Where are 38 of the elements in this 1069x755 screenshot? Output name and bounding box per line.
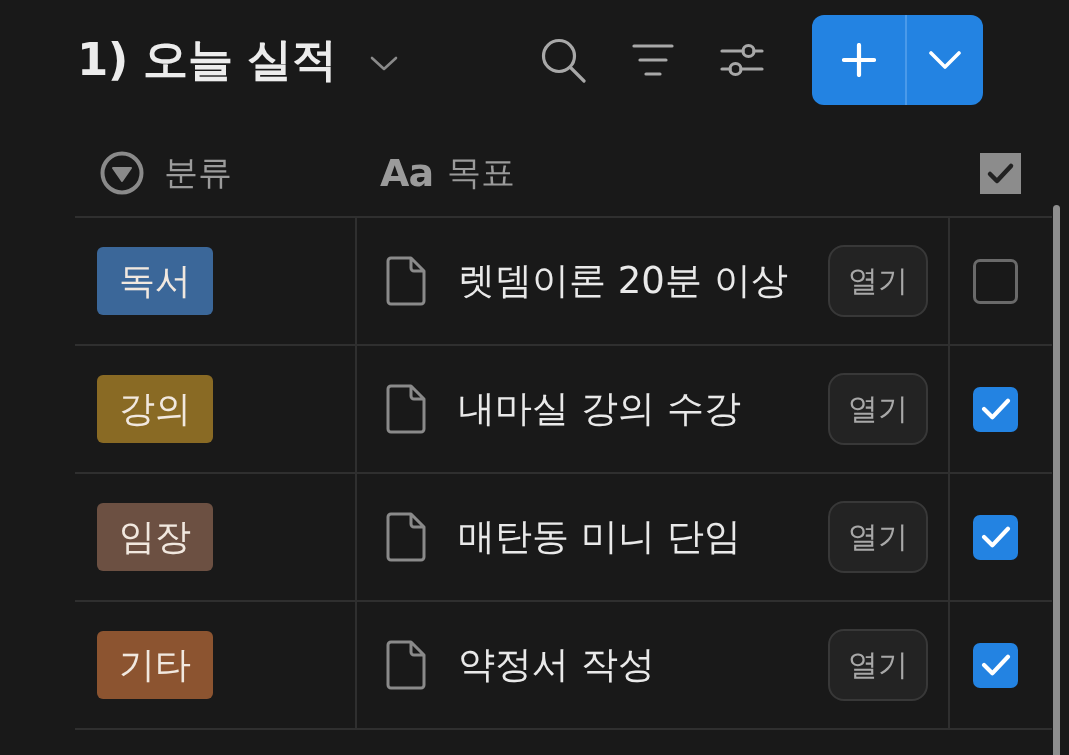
checkbox-icon: [980, 152, 1021, 194]
goal-title[interactable]: 렛뎀이론 20분 이상: [458, 256, 828, 306]
check-icon: [980, 397, 1011, 421]
view-title: 1) 오늘 실적: [77, 32, 337, 88]
open-button[interactable]: 열기: [828, 501, 928, 573]
checkbox[interactable]: [973, 386, 1018, 432]
open-button[interactable]: 열기: [828, 629, 928, 701]
document-icon: [386, 256, 426, 306]
check-icon: [980, 653, 1011, 677]
category-tag: 독서: [97, 247, 213, 315]
scrollbar[interactable]: [1053, 205, 1060, 755]
category-tag: 기타: [97, 631, 213, 699]
search-icon[interactable]: [541, 37, 586, 83]
filter-icon[interactable]: [632, 43, 674, 77]
chevron-down-icon[interactable]: [370, 55, 399, 71]
caret-icon: [929, 51, 961, 69]
dropdown-button[interactable]: [905, 15, 983, 105]
checkbox[interactable]: [973, 514, 1018, 560]
document-icon: [386, 384, 426, 434]
sliders-icon[interactable]: [720, 42, 764, 78]
document-icon: [386, 512, 426, 562]
goal-title[interactable]: 약정서 작성: [458, 640, 828, 690]
category-tag: 임장: [97, 503, 213, 571]
category-tag: 강의: [97, 375, 213, 443]
open-button[interactable]: 열기: [828, 245, 928, 317]
check-icon: [980, 525, 1011, 549]
text-type-icon: Aa: [380, 151, 434, 195]
checkbox[interactable]: [973, 258, 1018, 304]
goal-title[interactable]: 내마실 강의 수강: [458, 384, 828, 434]
document-icon: [386, 640, 426, 690]
column-header[interactable]: 분류: [164, 150, 232, 196]
goal-title[interactable]: 매탄동 미니 단임: [458, 512, 828, 562]
checkbox[interactable]: [973, 642, 1018, 688]
new-button[interactable]: [812, 15, 905, 105]
dropdown-circle-icon: [100, 151, 144, 195]
plus-icon: [841, 43, 876, 77]
column-header[interactable]: 목표: [447, 150, 516, 196]
open-button[interactable]: 열기: [828, 373, 928, 445]
